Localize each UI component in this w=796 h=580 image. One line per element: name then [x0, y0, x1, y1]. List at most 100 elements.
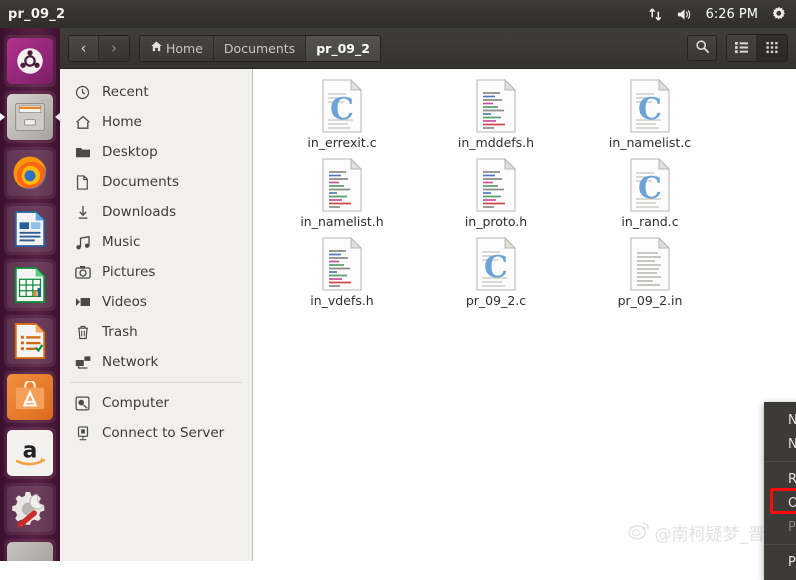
file-label: pr_09_2.in: [617, 293, 683, 308]
c-file-icon: C: [320, 78, 364, 133]
volume-icon[interactable]: [676, 7, 693, 22]
list-view-button[interactable]: [727, 35, 757, 61]
sidebar-item-home[interactable]: Home: [60, 107, 252, 137]
launcher-item-system-settings[interactable]: [4, 483, 56, 535]
sidebar-divider: [70, 382, 242, 383]
menu-label: Open in Terminal: [788, 495, 796, 511]
file-item[interactable]: in_proto.h: [419, 157, 573, 237]
file-list-area[interactable]: C in_errexit.c in_mddefs.h C in_namelist…: [253, 69, 796, 580]
file-item[interactable]: C pr_09_2.c: [419, 236, 573, 316]
network-updown-icon[interactable]: [648, 7, 663, 22]
panel-window-title: pr_09_2: [8, 6, 66, 22]
list-view-icon: [734, 39, 749, 58]
grid-view-button[interactable]: [757, 35, 787, 61]
file-label: pr_09_2.c: [465, 293, 527, 308]
context-menu-item-open-in-terminal[interactable]: Open in Terminal: [764, 491, 796, 515]
toolbar-right-group: [687, 34, 788, 62]
menu-label: New Document: [788, 436, 796, 452]
trash-icon: [74, 325, 91, 340]
context-menu-item-new-document[interactable]: New Document ›: [764, 432, 796, 456]
c-file-icon: C: [628, 78, 672, 133]
navigation-buttons: ‹ ›: [68, 34, 130, 62]
launcher-item-amazon[interactable]: a: [4, 427, 56, 479]
clock-label[interactable]: 6:26 PM: [706, 7, 758, 22]
file-item[interactable]: in_vdefs.h: [265, 236, 419, 316]
context-menu-divider: [764, 461, 796, 462]
sidebar-item-music[interactable]: Music: [60, 227, 252, 257]
breadcrumb-current[interactable]: pr_09_2: [306, 35, 380, 61]
breadcrumb-home[interactable]: Home: [140, 35, 214, 61]
file-item[interactable]: C in_errexit.c: [265, 78, 419, 158]
svg-text:a: a: [23, 439, 38, 464]
sidebar-item-network[interactable]: Network: [60, 347, 252, 377]
launcher-item-libreoffice-writer[interactable]: [4, 203, 56, 255]
context-menu-divider: [764, 544, 796, 545]
menu-label: Paste: [788, 519, 796, 535]
network-icon: [74, 355, 91, 369]
file-item[interactable]: C in_namelist.c: [573, 78, 727, 158]
sidebar-item-connect-to-server[interactable]: Connect to Server: [60, 418, 252, 448]
launcher-item-firefox[interactable]: [4, 147, 56, 199]
sidebar-item-pictures[interactable]: Pictures: [60, 257, 252, 287]
breadcrumb-documents[interactable]: Documents: [213, 35, 307, 61]
svg-text:C: C: [330, 92, 354, 127]
sidebar-item-computer[interactable]: Computer: [60, 388, 252, 418]
launcher-item-partial[interactable]: [4, 539, 56, 561]
gear-icon[interactable]: [771, 6, 787, 22]
sidebar-item-downloads[interactable]: Downloads: [60, 197, 252, 227]
document-icon: [74, 174, 91, 190]
launcher-item-ubuntu-dash[interactable]: [4, 35, 56, 87]
file-item[interactable]: pr_09_2.in: [573, 236, 727, 316]
file-label: in_vdefs.h: [310, 293, 374, 308]
context-menu-item-paste: Paste: [764, 515, 796, 539]
breadcrumb: Home Documents pr_09_2: [139, 34, 381, 62]
context-menu-item-new-folder[interactable]: New Folder: [764, 408, 796, 432]
sidebar-item-recent[interactable]: Recent: [60, 77, 252, 107]
menu-label: New Folder: [788, 412, 796, 428]
folder-icon: [74, 145, 91, 159]
sidebar-label: Documents: [102, 174, 179, 190]
sidebar-item-desktop[interactable]: Desktop: [60, 137, 252, 167]
h-file-icon: [474, 157, 518, 212]
c-file-icon: C: [628, 157, 672, 212]
launcher-item-libreoffice-calc[interactable]: [4, 259, 56, 311]
music-icon: [74, 235, 91, 250]
file-item[interactable]: in_mddefs.h: [419, 78, 573, 158]
grid-view-icon: [765, 39, 779, 58]
home-icon: [150, 40, 163, 56]
h-file-icon: [320, 236, 364, 291]
file-item[interactable]: C in_rand.c: [573, 157, 727, 237]
sidebar-label: Videos: [102, 294, 147, 310]
menu-label: Properties: [788, 554, 796, 570]
sidebar-item-trash[interactable]: Trash: [60, 317, 252, 347]
file-item[interactable]: in_namelist.h: [265, 157, 419, 237]
h-file-icon: [320, 157, 364, 212]
sidebar-label: Connect to Server: [102, 425, 225, 441]
sidebar-label: Desktop: [102, 144, 158, 160]
breadcrumb-current-label: pr_09_2: [316, 40, 370, 56]
file-manager-toolbar: ‹ › Home Documents pr_09_2: [60, 28, 796, 69]
svg-text:C: C: [638, 92, 662, 127]
text-file-icon: [628, 236, 672, 291]
launcher-item-ubuntu-software[interactable]: [4, 371, 56, 423]
server-icon: [74, 425, 91, 441]
sidebar-label: Computer: [102, 395, 170, 411]
search-button[interactable]: [687, 35, 717, 61]
sidebar-label: Pictures: [102, 264, 156, 280]
file-label: in_namelist.h: [300, 214, 384, 229]
context-menu-item-restore-missing-files[interactable]: Restore Missing Files...: [764, 467, 796, 491]
back-button[interactable]: ‹: [69, 35, 99, 61]
sidebar-label: Trash: [102, 324, 138, 340]
launcher-item-libreoffice-impress[interactable]: [4, 315, 56, 367]
sidebar-label: Recent: [102, 84, 149, 100]
sidebar-item-videos[interactable]: Videos: [60, 287, 252, 317]
file-manager-body: Recent Home Desktop Documents Downloads …: [60, 69, 796, 580]
breadcrumb-home-label: Home: [166, 40, 203, 56]
file-label: in_proto.h: [464, 214, 528, 229]
sidebar-item-documents[interactable]: Documents: [60, 167, 252, 197]
forward-button[interactable]: ›: [99, 35, 129, 61]
context-menu-item-properties[interactable]: Properties: [764, 550, 796, 574]
launcher-item-files[interactable]: [4, 91, 56, 143]
sidebar-label: Network: [102, 354, 159, 370]
breadcrumb-documents-label: Documents: [223, 40, 296, 56]
